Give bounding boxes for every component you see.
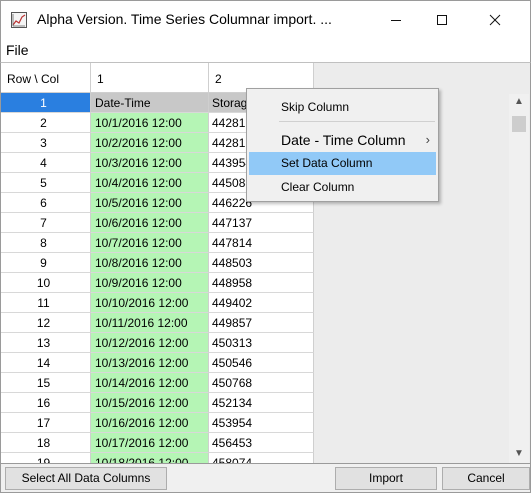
menu-item-set-data-column[interactable]: Set Data Column: [249, 152, 436, 175]
menu-item-date-time-label: Date - Time Column: [281, 132, 406, 148]
data-cell[interactable]: 449402: [209, 293, 314, 313]
data-cell[interactable]: 452134: [209, 393, 314, 413]
table-row[interactable]: 14 10/13/2016 12:00 450546: [1, 353, 314, 373]
header-row-col: Row \ Col: [1, 63, 91, 93]
button-bar: Select All Data Columns Import Cancel: [0, 464, 531, 493]
row-number-cell[interactable]: 8: [1, 233, 91, 253]
menu-file[interactable]: File: [6, 42, 29, 58]
data-cell[interactable]: 448503: [209, 253, 314, 273]
row-number-cell[interactable]: 14: [1, 353, 91, 373]
header-col-1[interactable]: 1: [91, 63, 209, 93]
cancel-button[interactable]: Cancel: [442, 467, 530, 490]
date-time-cell[interactable]: 10/4/2016 12:00: [91, 173, 209, 193]
window-title: Alpha Version. Time Series Columnar impo…: [37, 11, 332, 27]
date-time-cell[interactable]: 10/1/2016 12:00: [91, 113, 209, 133]
date-time-cell[interactable]: 10/14/2016 12:00: [91, 373, 209, 393]
row-number-cell[interactable]: 3: [1, 133, 91, 153]
date-time-cell[interactable]: 10/13/2016 12:00: [91, 353, 209, 373]
date-time-cell[interactable]: 10/8/2016 12:00: [91, 253, 209, 273]
row-number-cell[interactable]: 1: [1, 93, 91, 113]
row-number-cell[interactable]: 4: [1, 153, 91, 173]
table-row[interactable]: 8 10/7/2016 12:00 447814: [1, 233, 314, 253]
menu-item-skip-column[interactable]: Skip Column: [249, 97, 436, 117]
date-time-cell[interactable]: 10/18/2016 12:00: [91, 453, 209, 463]
row-number-cell[interactable]: 18: [1, 433, 91, 453]
table-row[interactable]: 7 10/6/2016 12:00 447137: [1, 213, 314, 233]
import-button[interactable]: Import: [335, 467, 437, 490]
table-row[interactable]: 19 10/18/2016 12:00 458074: [1, 453, 314, 463]
table-row[interactable]: 11 10/10/2016 12:00 449402: [1, 293, 314, 313]
scroll-up-icon[interactable]: ▲: [509, 96, 529, 112]
data-cell[interactable]: 448958: [209, 273, 314, 293]
data-cell[interactable]: 450768: [209, 373, 314, 393]
date-time-cell[interactable]: 10/3/2016 12:00: [91, 153, 209, 173]
minimize-button[interactable]: [373, 1, 419, 38]
date-time-cell[interactable]: 10/10/2016 12:00: [91, 293, 209, 313]
date-time-cell[interactable]: 10/2/2016 12:00: [91, 133, 209, 153]
scroll-thumb[interactable]: [512, 116, 526, 132]
date-time-cell[interactable]: 10/11/2016 12:00: [91, 313, 209, 333]
scroll-down-icon[interactable]: ▼: [509, 448, 529, 463]
date-time-cell[interactable]: 10/5/2016 12:00: [91, 193, 209, 213]
data-cell[interactable]: 449857: [209, 313, 314, 333]
table-row[interactable]: 16 10/15/2016 12:00 452134: [1, 393, 314, 413]
title-bar: Alpha Version. Time Series Columnar impo…: [0, 0, 531, 38]
table-row[interactable]: 15 10/14/2016 12:00 450768: [1, 373, 314, 393]
maximize-button[interactable]: [419, 1, 465, 38]
table-row[interactable]: 18 10/17/2016 12:00 456453: [1, 433, 314, 453]
data-cell[interactable]: 447814: [209, 233, 314, 253]
minimize-icon: [391, 19, 401, 21]
data-cell[interactable]: 456453: [209, 433, 314, 453]
row-number-cell[interactable]: 12: [1, 313, 91, 333]
submenu-arrow-icon: ›: [425, 132, 430, 147]
data-cell[interactable]: 458074: [209, 453, 314, 463]
menu-item-clear-column[interactable]: Clear Column: [249, 177, 436, 197]
row-number-cell[interactable]: 7: [1, 213, 91, 233]
data-cell[interactable]: 453954: [209, 413, 314, 433]
chart-app-icon: [11, 12, 27, 28]
table-row[interactable]: 12 10/11/2016 12:00 449857: [1, 313, 314, 333]
table-row[interactable]: 10 10/9/2016 12:00 448958: [1, 273, 314, 293]
row-number-cell[interactable]: 6: [1, 193, 91, 213]
vertical-scrollbar[interactable]: ▲ ▼: [509, 94, 529, 463]
date-time-cell[interactable]: 10/16/2016 12:00: [91, 413, 209, 433]
date-time-cell[interactable]: 10/9/2016 12:00: [91, 273, 209, 293]
context-menu: Skip Column Date - Time Column › Set Dat…: [246, 88, 439, 202]
data-cell[interactable]: 450546: [209, 353, 314, 373]
maximize-icon: [437, 14, 447, 25]
date-time-cell[interactable]: 10/7/2016 12:00: [91, 233, 209, 253]
table-row[interactable]: 13 10/12/2016 12:00 450313: [1, 333, 314, 353]
row-number-cell[interactable]: 11: [1, 293, 91, 313]
select-all-data-columns-button[interactable]: Select All Data Columns: [5, 467, 167, 490]
close-icon: [489, 14, 501, 25]
row-number-cell[interactable]: 2: [1, 113, 91, 133]
row-number-cell[interactable]: 17: [1, 413, 91, 433]
date-time-cell[interactable]: 10/15/2016 12:00: [91, 393, 209, 413]
row-number-cell[interactable]: 13: [1, 333, 91, 353]
table-row[interactable]: 17 10/16/2016 12:00 453954: [1, 413, 314, 433]
data-cell[interactable]: 450313: [209, 333, 314, 353]
row-number-cell[interactable]: 15: [1, 373, 91, 393]
menu-bar: File: [0, 38, 531, 62]
row-number-cell[interactable]: 19: [1, 453, 91, 463]
data-cell[interactable]: 447137: [209, 213, 314, 233]
table-row[interactable]: 9 10/8/2016 12:00 448503: [1, 253, 314, 273]
date-time-cell[interactable]: 10/12/2016 12:00: [91, 333, 209, 353]
menu-separator: [279, 121, 435, 122]
date-time-cell[interactable]: 10/17/2016 12:00: [91, 433, 209, 453]
row-number-cell[interactable]: 10: [1, 273, 91, 293]
date-time-cell[interactable]: Date-Time: [91, 93, 209, 113]
menu-item-date-time-column[interactable]: Date - Time Column ›: [249, 129, 436, 151]
row-number-cell[interactable]: 9: [1, 253, 91, 273]
row-number-cell[interactable]: 5: [1, 173, 91, 193]
date-time-cell[interactable]: 10/6/2016 12:00: [91, 213, 209, 233]
close-button[interactable]: [472, 1, 518, 38]
row-number-cell[interactable]: 16: [1, 393, 91, 413]
